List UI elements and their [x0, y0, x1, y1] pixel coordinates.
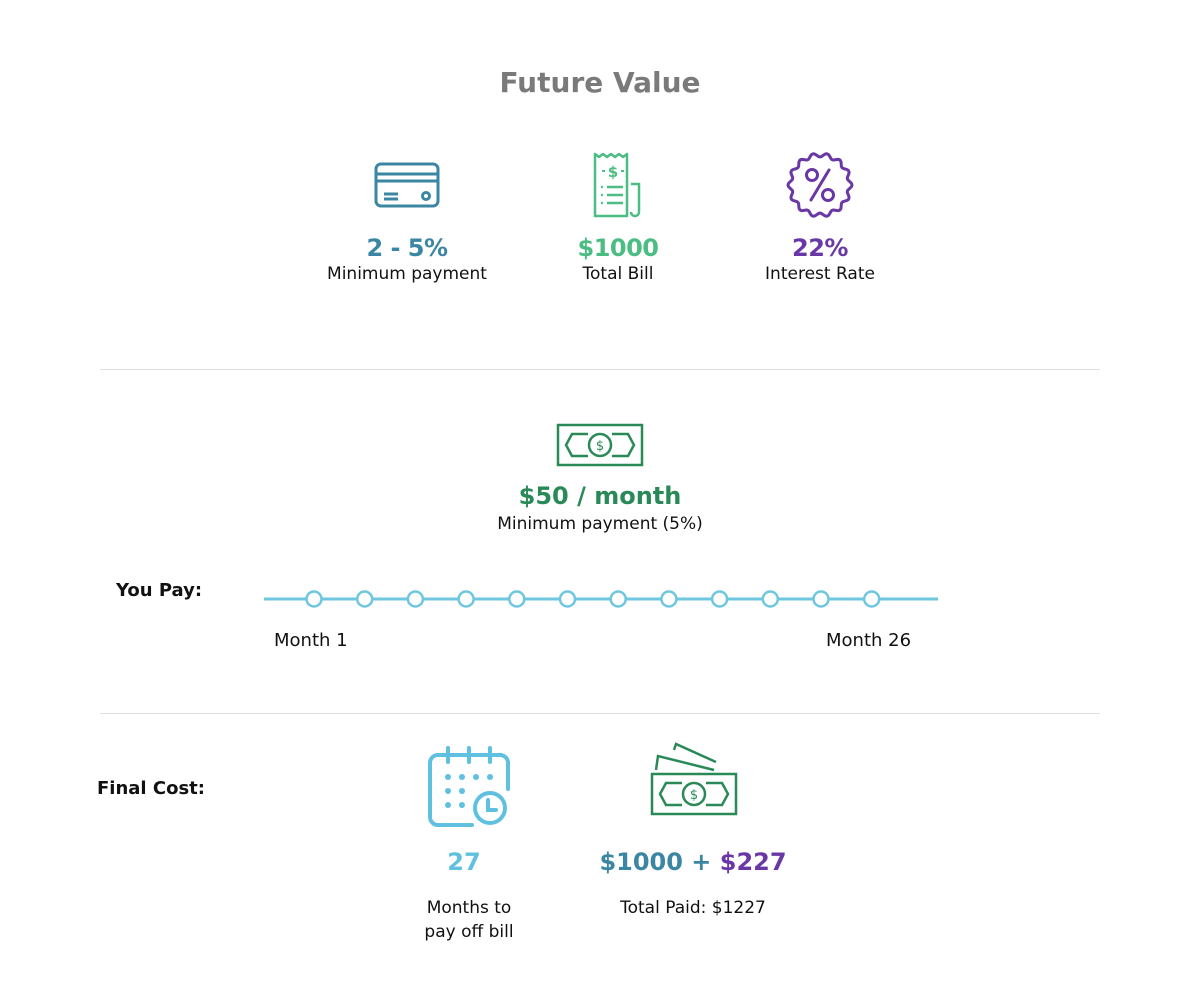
timeline-marker	[508, 590, 526, 608]
banknote-icon: $	[556, 423, 644, 467]
timeline-marker	[457, 590, 475, 608]
payment-label: Minimum payment (5%)	[497, 514, 703, 534]
stat-total-bill: $ $1000 Total Bill	[508, 150, 728, 284]
timeline-marker	[355, 590, 374, 608]
cash-stack-icon: $	[650, 742, 738, 816]
timeline-marker	[660, 590, 678, 608]
interest-rate-value: 22%	[792, 234, 848, 262]
timeline-marker	[558, 590, 577, 608]
timeline-marker	[812, 590, 830, 608]
payment-block: $ $50 / month Minimum payment (5%)	[400, 422, 800, 534]
timeline-end-label: Month 26	[826, 630, 912, 651]
total-bill-label: Total Bill	[582, 264, 654, 284]
percent-badge-icon	[786, 152, 854, 218]
interest-amount: $227	[719, 848, 787, 876]
minimum-payment-label: Minimum payment	[327, 264, 487, 284]
total-bill-value: $1000	[577, 234, 660, 262]
stat-minimum-payment: 2 - 5% Minimum payment	[297, 150, 517, 284]
timeline-start-label: Month 1	[274, 630, 348, 651]
timeline-marker	[710, 590, 729, 608]
payment-timeline	[264, 590, 938, 608]
months-value: 27	[447, 848, 481, 876]
section-divider	[100, 369, 1100, 370]
timeline-marker	[761, 590, 780, 608]
timeline-marker	[862, 590, 881, 608]
svg-text:$: $	[596, 439, 604, 454]
timeline-marker	[406, 590, 425, 608]
final-cost-label: Final Cost:	[97, 778, 205, 799]
you-pay-label: You Pay:	[116, 580, 203, 601]
receipt-icon: $	[593, 152, 641, 218]
months-label-line1: Months to	[426, 898, 512, 918]
payment-amount: $50 / month	[518, 482, 682, 510]
interest-rate-label: Interest Rate	[765, 264, 875, 284]
calendar-clock-icon	[428, 746, 510, 827]
svg-text:$: $	[608, 163, 618, 181]
svg-text:$: $	[690, 788, 698, 803]
stat-interest-rate: 22% Interest Rate	[710, 150, 930, 284]
total-paid-label: Total Paid: $1227	[620, 898, 766, 918]
page-title: Future Value	[499, 66, 701, 99]
principal-amount: $1000	[599, 848, 683, 876]
timeline-marker	[305, 590, 323, 608]
total-breakdown: $1000 + $227	[560, 848, 826, 876]
plus-sign: +	[691, 848, 712, 876]
credit-card-icon	[374, 162, 440, 208]
months-label-line2: pay off bill	[424, 922, 514, 942]
section-divider	[100, 713, 1100, 714]
minimum-payment-value: 2 - 5%	[366, 234, 448, 262]
timeline-marker	[609, 590, 627, 608]
